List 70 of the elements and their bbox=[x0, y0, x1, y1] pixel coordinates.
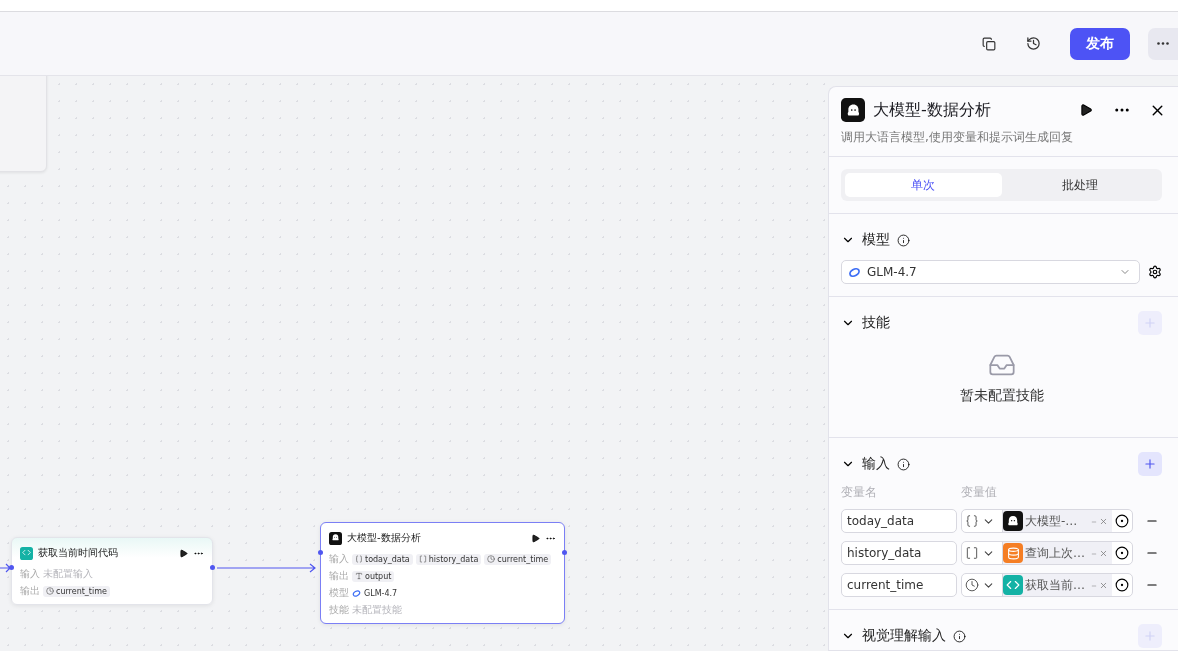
section-title: 技能 bbox=[862, 314, 890, 332]
node-title: 大模型-数据分析 bbox=[347, 531, 422, 545]
ghost-logo-icon bbox=[329, 531, 342, 545]
model-select[interactable]: GLM-4.7 bbox=[841, 260, 1140, 284]
section-title: 模型 bbox=[862, 231, 890, 249]
variable-tag: current_time bbox=[43, 585, 110, 597]
column-header: 变量值 bbox=[961, 484, 998, 501]
code-icon bbox=[20, 546, 33, 560]
play-icon[interactable] bbox=[179, 548, 188, 558]
connector-arrow bbox=[0, 562, 12, 574]
empty-text: 未配置输入 bbox=[43, 567, 93, 581]
more-icon bbox=[1157, 42, 1169, 45]
value-field[interactable]: 获取当前… bbox=[961, 573, 1133, 597]
tab[interactable]: 单次 bbox=[845, 173, 1002, 197]
output-port[interactable] bbox=[210, 565, 215, 570]
input-port[interactable] bbox=[9, 565, 14, 570]
brackets-icon bbox=[418, 555, 427, 563]
target-icon[interactable] bbox=[1115, 514, 1129, 528]
model-logo-icon bbox=[848, 265, 861, 279]
panel-title: 大模型-数据分析 bbox=[873, 99, 992, 121]
clock-icon bbox=[46, 587, 54, 595]
braces-icon bbox=[355, 555, 363, 563]
tab[interactable]: 批处理 bbox=[1001, 173, 1158, 197]
variable-tag: output bbox=[352, 570, 395, 582]
input-port[interactable] bbox=[318, 550, 323, 555]
source-label: 查询上次… bbox=[1025, 544, 1086, 562]
source-label: 获取当前… bbox=[1025, 576, 1086, 594]
add-button[interactable] bbox=[1138, 452, 1162, 476]
clear-icon[interactable] bbox=[1099, 548, 1108, 558]
clear-icon[interactable] bbox=[1099, 580, 1108, 590]
row-label: 输入 bbox=[329, 552, 349, 566]
variable-tag: current_time bbox=[484, 553, 552, 565]
empty-text: 未配置技能 bbox=[352, 603, 402, 617]
section-title: 输入 bbox=[862, 455, 890, 473]
row-label: 输出 bbox=[329, 569, 349, 583]
clear-icon[interactable] bbox=[1099, 516, 1108, 526]
panel-description: 调用大语言模型,使用变量和提示词生成回复 bbox=[829, 122, 1178, 157]
text-icon bbox=[355, 572, 363, 580]
settings-icon[interactable] bbox=[1148, 265, 1162, 279]
node-title: 获取当前时间代码 bbox=[38, 546, 119, 560]
row-label: 技能 bbox=[329, 603, 349, 617]
empty-text: 暂未配置技能 bbox=[959, 387, 1044, 405]
variable-tag: history_data bbox=[415, 553, 482, 565]
value-field[interactable]: 大模型-… bbox=[961, 509, 1133, 533]
target-icon[interactable] bbox=[1115, 578, 1129, 592]
ghost-logo-icon bbox=[841, 98, 865, 122]
name-field[interactable]: current_time bbox=[841, 573, 957, 597]
source-label: 大模型-… bbox=[1025, 512, 1079, 530]
name-field[interactable]: today_data bbox=[841, 509, 957, 533]
workflow-node[interactable]: 大模型-数据分析 输入 today_data history_data current_time 输出 output 模型 GLM-4.7 技能 未配置技能 bbox=[320, 522, 565, 624]
model-name: GLM-4.7 bbox=[364, 588, 398, 598]
value-field[interactable]: 查询上次… bbox=[961, 541, 1133, 565]
row-label: 模型 bbox=[329, 586, 349, 600]
row-label: 输出 bbox=[20, 584, 40, 598]
plus-icon bbox=[1143, 316, 1157, 330]
target-icon[interactable] bbox=[1115, 546, 1129, 560]
play-icon[interactable] bbox=[531, 533, 540, 543]
output-port[interactable] bbox=[562, 550, 567, 555]
clock-icon bbox=[487, 555, 496, 563]
plus-icon bbox=[1143, 457, 1157, 471]
row-label: 输入 bbox=[20, 567, 40, 581]
plus-icon bbox=[1143, 629, 1157, 643]
variable-tag: today_data bbox=[352, 553, 413, 565]
name-field[interactable]: history_data bbox=[841, 541, 957, 565]
column-header: 变量名 bbox=[841, 484, 878, 501]
section-title: 视觉理解输入 bbox=[862, 627, 946, 645]
workflow-node[interactable]: 获取当前时间代码 输入 未配置输入 输出 current_time bbox=[11, 537, 213, 605]
play-icon[interactable] bbox=[1079, 103, 1093, 117]
publish-button[interactable]: 发布 bbox=[1070, 27, 1130, 60]
model-logo-icon bbox=[352, 588, 361, 598]
